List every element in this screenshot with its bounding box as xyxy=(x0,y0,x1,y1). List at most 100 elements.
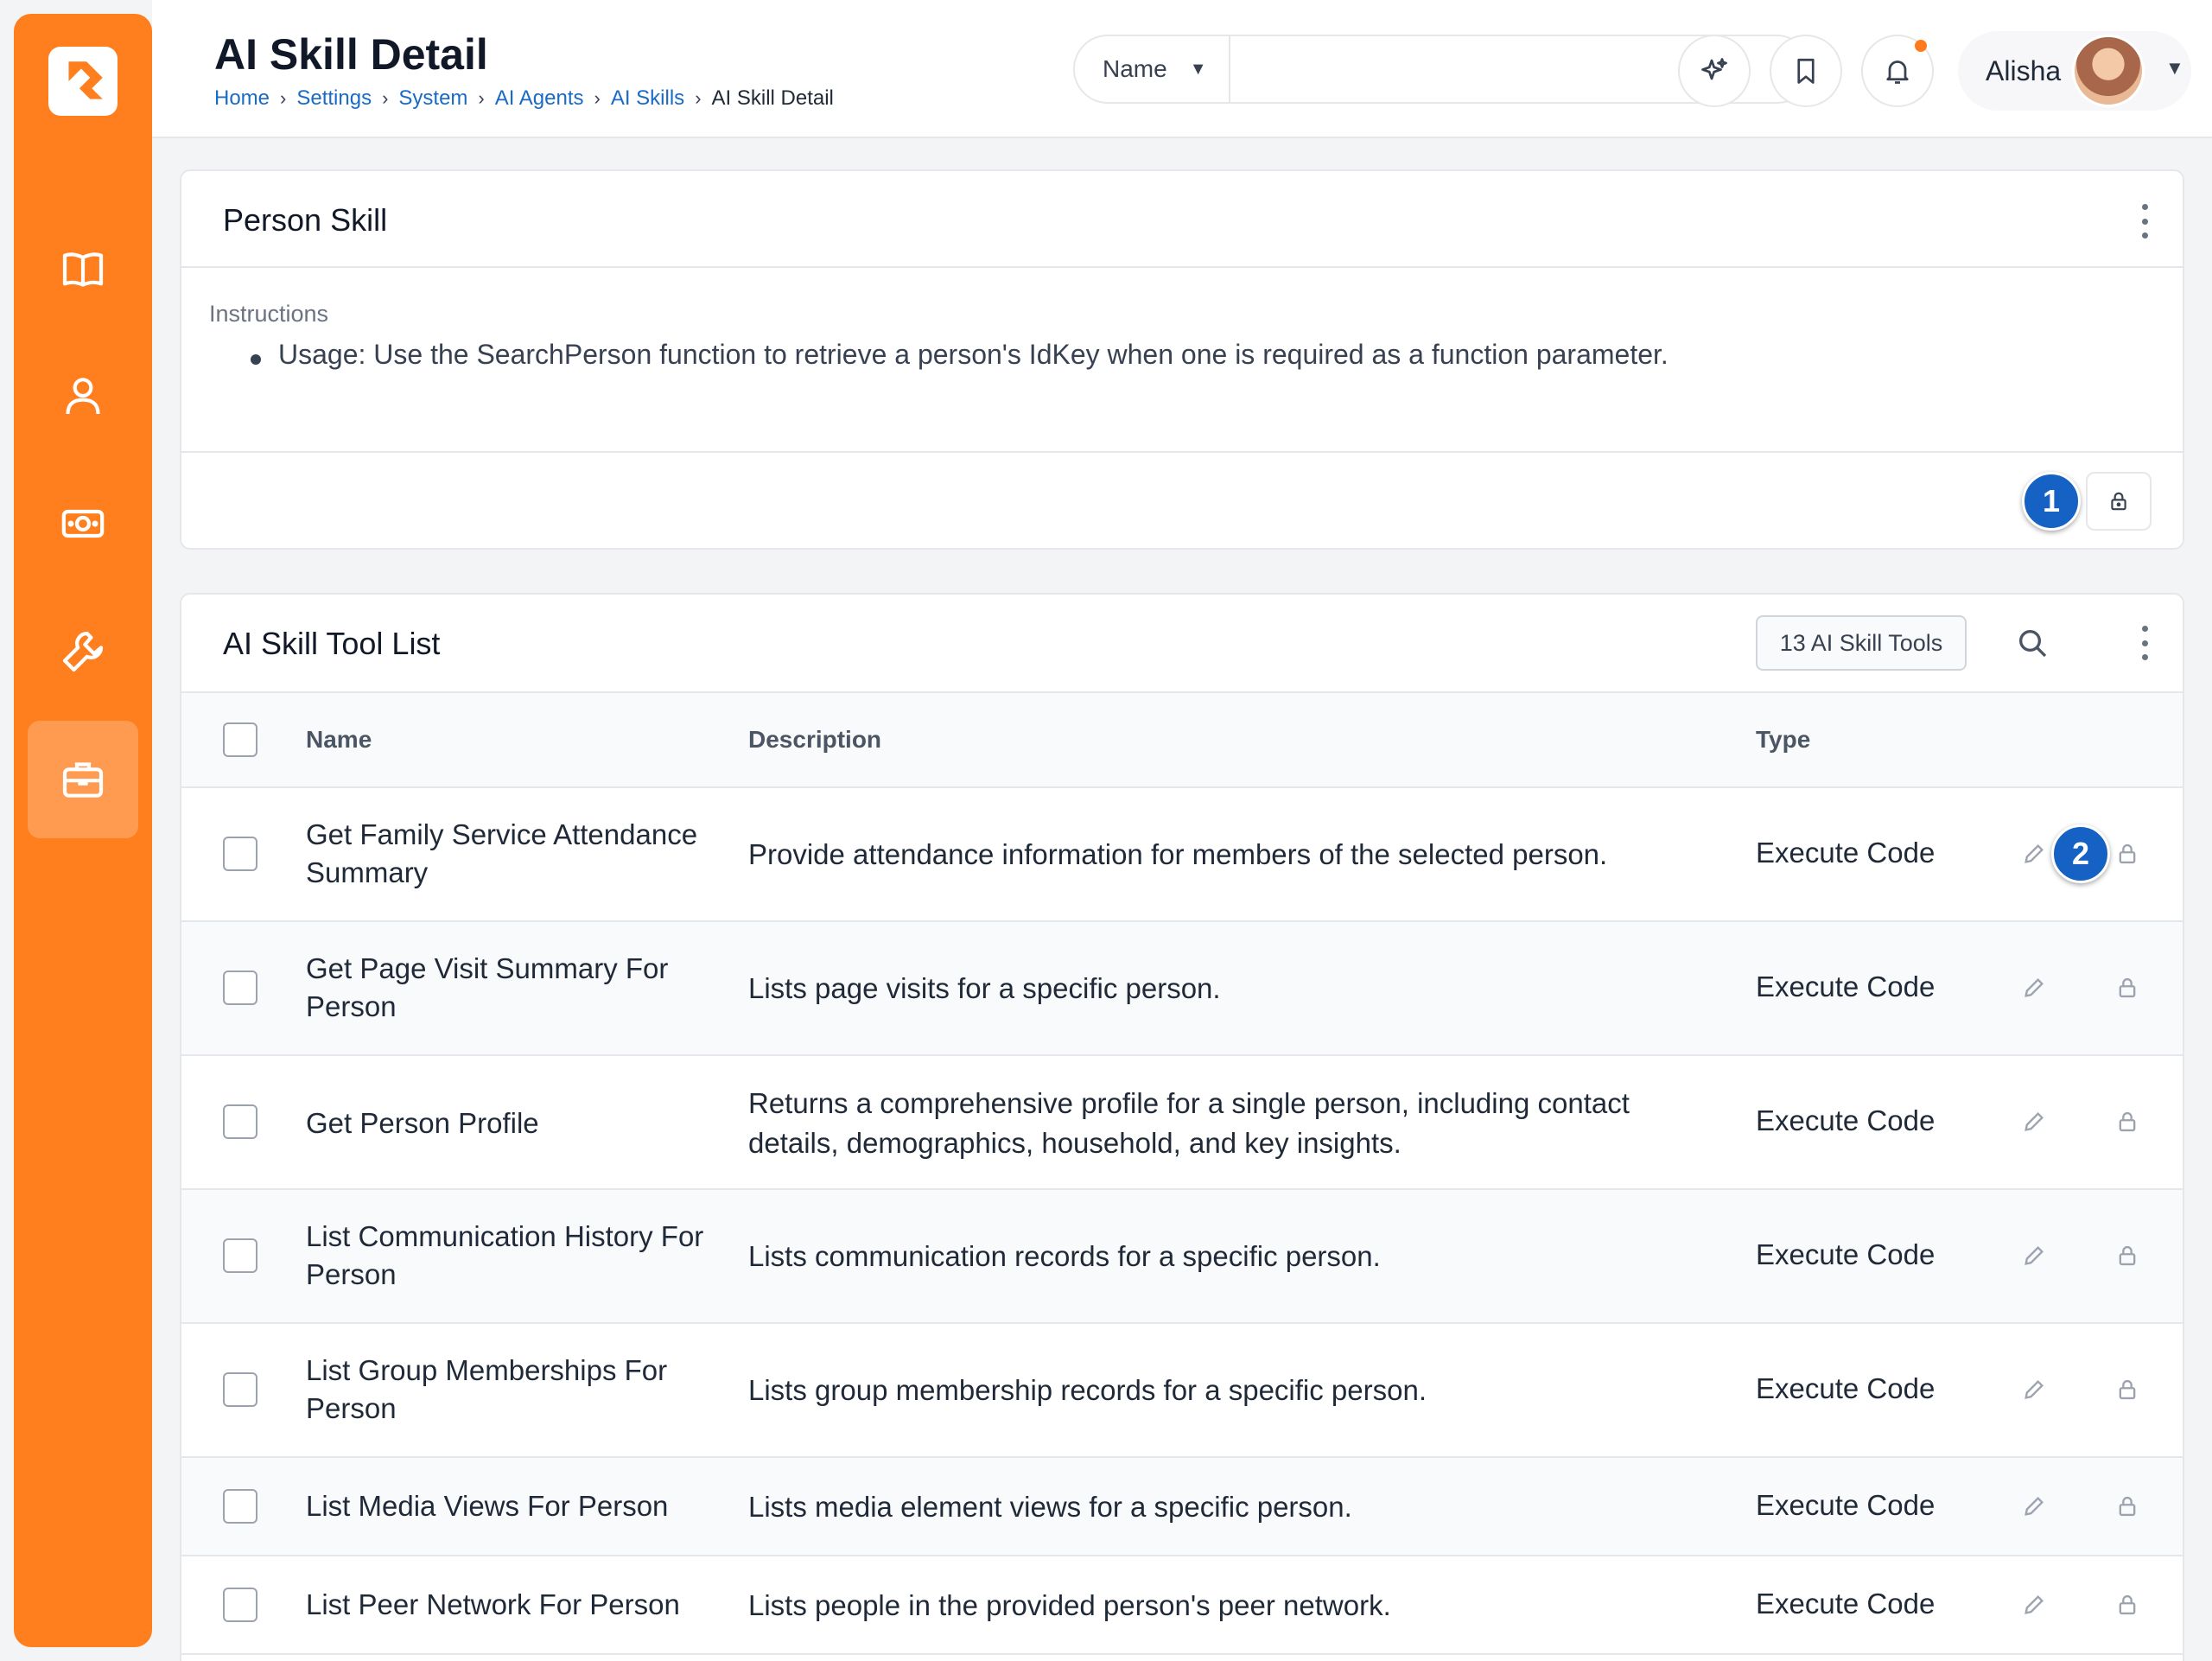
tool-description: Returns a comprehensive profile for a si… xyxy=(748,1087,1630,1159)
tool-list-card: AI Skill Tool List 13 AI Skill Tools Nam… xyxy=(180,593,2184,1661)
sidebar-item-tools[interactable] xyxy=(28,593,138,710)
caret-down-icon[interactable]: ▼ xyxy=(2165,57,2184,80)
money-icon xyxy=(61,509,105,538)
chevron-right-icon: › xyxy=(695,87,702,109)
lock-icon[interactable] xyxy=(2115,1494,2139,1518)
table-row[interactable]: List Media Views For Person Lists media … xyxy=(181,1458,2183,1556)
instructions-label: Instructions xyxy=(209,301,329,327)
table-row[interactable]: Get Page Visit Summary For Person Lists … xyxy=(181,922,2183,1056)
lock-icon[interactable] xyxy=(2115,976,2139,1000)
tool-description: Lists communication records for a specif… xyxy=(748,1240,1381,1272)
lock-icon[interactable] xyxy=(2115,1110,2139,1134)
pencil-icon[interactable] xyxy=(2022,1378,2046,1402)
search-icon[interactable] xyxy=(2015,626,2050,660)
skill-name: Person Skill xyxy=(223,202,388,238)
column-header-name[interactable]: Name xyxy=(306,726,372,754)
lock-icon xyxy=(2111,492,2126,511)
breadcrumb-home[interactable]: Home xyxy=(214,86,270,111)
lock-icon[interactable] xyxy=(2115,1244,2139,1268)
tool-description: Lists media element views for a specific… xyxy=(748,1491,1352,1523)
tool-type: Execute Code xyxy=(1756,1372,1936,1404)
row-checkbox[interactable] xyxy=(223,1238,257,1273)
table-row[interactable]: List Group Memberships For Person Lists … xyxy=(181,1324,2183,1458)
sparkle-icon xyxy=(1701,58,1727,80)
notifications-button[interactable] xyxy=(1861,35,1934,107)
security-button[interactable] xyxy=(2086,472,2152,531)
row-checkbox[interactable] xyxy=(223,1104,257,1139)
tool-type: Execute Code xyxy=(1756,837,1936,869)
pencil-icon[interactable] xyxy=(2022,842,2046,866)
tool-table: Name Description Type Get Family Service… xyxy=(181,691,2183,1655)
table-row[interactable]: List Peer Network For Person Lists peopl… xyxy=(181,1556,2183,1655)
sidebar-item-admin[interactable] xyxy=(28,721,138,838)
row-checkbox[interactable] xyxy=(223,1588,257,1622)
search-type-select[interactable]: Name ▼ xyxy=(1075,36,1230,102)
instruction-text: Usage: Use the SearchPerson function to … xyxy=(278,339,1669,370)
breadcrumb-ai-skills[interactable]: AI Skills xyxy=(611,86,684,111)
notification-dot xyxy=(1915,40,1927,52)
rock-logo[interactable] xyxy=(48,47,118,116)
avatar[interactable] xyxy=(2072,35,2145,107)
pencil-icon[interactable] xyxy=(2022,1593,2046,1617)
more-options-icon[interactable] xyxy=(2136,204,2153,239)
tool-name: List Group Memberships For Person xyxy=(306,1354,668,1424)
table-header: Name Description Type xyxy=(181,691,2183,788)
ai-assistant-button[interactable] xyxy=(1678,35,1751,107)
tool-type: Execute Code xyxy=(1756,971,1936,1002)
lock-icon[interactable] xyxy=(2115,1378,2139,1402)
callout-badge-2: 2 xyxy=(2051,824,2110,883)
tool-count-badge: 13 AI Skill Tools xyxy=(1756,615,1967,671)
row-checkbox[interactable] xyxy=(223,1489,257,1524)
sidebar-item-book[interactable] xyxy=(28,211,138,328)
pencil-icon[interactable] xyxy=(2022,976,2046,1000)
breadcrumb-ai-agents[interactable]: AI Agents xyxy=(495,86,584,111)
lock-icon[interactable] xyxy=(2115,842,2139,866)
row-checkbox[interactable] xyxy=(223,971,257,1005)
row-checkbox[interactable] xyxy=(223,1372,257,1407)
search-type-label: Name xyxy=(1103,55,1167,82)
breadcrumb: Home › Settings › System › AI Agents › A… xyxy=(214,86,834,111)
tool-name: Get Page Visit Summary For Person xyxy=(306,952,669,1022)
lock-icon[interactable] xyxy=(2115,1593,2139,1617)
tool-name: List Peer Network For Person xyxy=(306,1588,680,1620)
user-name: Alisha xyxy=(1986,54,2062,86)
person-icon xyxy=(66,378,100,415)
skill-detail-card: Person Skill Instructions Usage: Use the… xyxy=(180,169,2184,550)
wrench-icon xyxy=(62,631,104,672)
book-icon xyxy=(62,252,104,287)
tool-name: List Communication History For Person xyxy=(306,1220,704,1290)
logo-icon xyxy=(68,61,103,99)
callout-badge-1: 1 xyxy=(2022,472,2081,531)
bookmark-icon xyxy=(1797,58,1815,84)
breadcrumb-settings[interactable]: Settings xyxy=(296,86,372,111)
chevron-right-icon: › xyxy=(382,87,389,109)
column-header-description[interactable]: Description xyxy=(748,726,881,754)
top-header: AI Skill Detail Home › Settings › System… xyxy=(152,0,2212,138)
bookmark-button[interactable] xyxy=(1770,35,1842,107)
chevron-right-icon: › xyxy=(594,87,601,109)
sidebar-item-people[interactable] xyxy=(28,337,138,455)
tool-name: Get Family Service Attendance Summary xyxy=(306,818,698,888)
select-all-checkbox[interactable] xyxy=(223,722,257,757)
tool-name: Get Person Profile xyxy=(306,1107,539,1139)
caret-down-icon: ▼ xyxy=(1189,59,1207,79)
row-checkbox[interactable] xyxy=(223,837,257,871)
tool-name: List Media Views For Person xyxy=(306,1490,669,1522)
more-options-icon[interactable] xyxy=(2136,626,2153,660)
table-row[interactable]: Get Person Profile Returns a comprehensi… xyxy=(181,1056,2183,1190)
sidebar-item-finance[interactable] xyxy=(28,465,138,582)
tool-type: Execute Code xyxy=(1756,1588,1936,1620)
pencil-icon[interactable] xyxy=(2022,1110,2046,1134)
chevron-right-icon: › xyxy=(280,87,287,109)
tool-description: Lists page visits for a specific person. xyxy=(748,972,1221,1004)
pencil-icon[interactable] xyxy=(2022,1244,2046,1268)
column-header-type[interactable]: Type xyxy=(1756,726,1810,754)
table-row[interactable]: List Communication History For Person Li… xyxy=(181,1190,2183,1324)
bullet xyxy=(251,354,261,365)
pencil-icon[interactable] xyxy=(2022,1494,2046,1518)
tool-type: Execute Code xyxy=(1756,1238,1936,1270)
divider xyxy=(181,451,2183,453)
bell-icon xyxy=(1886,60,1909,84)
breadcrumb-system[interactable]: System xyxy=(398,86,467,111)
table-row[interactable]: Get Family Service Attendance Summary Pr… xyxy=(181,788,2183,922)
